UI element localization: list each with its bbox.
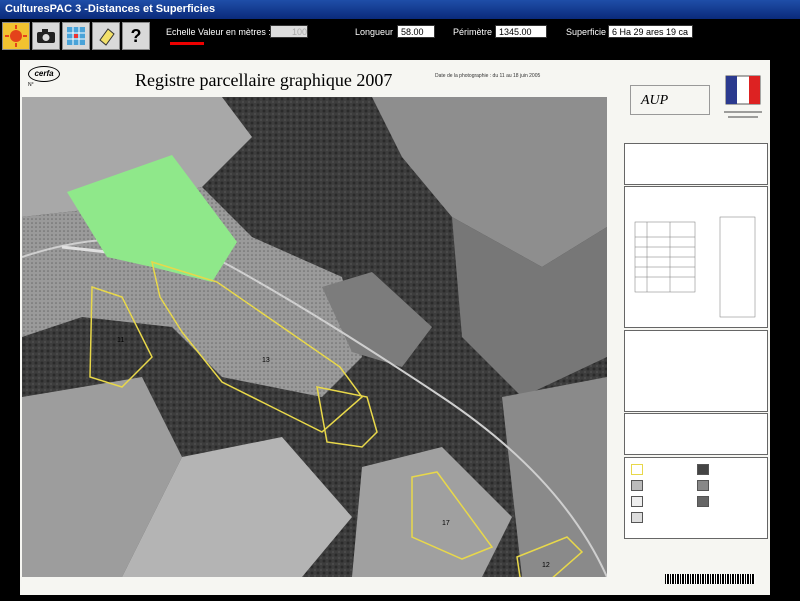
scale-indicator-line <box>170 42 204 45</box>
farmer-info-panel <box>624 143 768 185</box>
legend-parcel-outline <box>631 464 643 475</box>
legend-dark-area <box>697 464 709 475</box>
window-title: CulturesPAC 3 -Distances et Superficies <box>5 3 216 15</box>
scanned-document[interactable]: cerfa N° Registre parcellaire graphique … <box>20 60 770 595</box>
cerfa-logo: cerfa <box>28 66 60 82</box>
aerial-photo[interactable]: 17 13 11 12 <box>21 97 608 588</box>
camera-button[interactable] <box>32 22 60 50</box>
cerfa-number: N° <box>28 82 34 88</box>
document-title: Registre parcellaire graphique 2007 <box>135 70 393 90</box>
length-value-field[interactable]: 58.00 <box>397 25 435 38</box>
ministry-logo <box>724 75 762 118</box>
area-label: Superficie <box>566 27 607 37</box>
legend-wood <box>697 480 709 491</box>
help-label: ? <box>130 25 142 46</box>
aerial-map-drawing: 17 13 11 12 <box>21 97 608 588</box>
perimeter-value-field[interactable]: 1345.00 <box>495 25 547 38</box>
parcel-list-table <box>634 216 756 318</box>
eraser-icon <box>99 28 115 46</box>
legend-panel <box>624 457 768 539</box>
parcel-label-17: 17 <box>442 520 450 527</box>
sun-icon <box>5 25 27 47</box>
barcode <box>665 574 755 584</box>
length-label: Longueur <box>355 27 394 37</box>
aup-logo: AUP <box>630 85 710 115</box>
grid-map-button[interactable] <box>62 22 90 50</box>
photo-date: Date de la photographie : du 11 au 18 ju… <box>435 73 541 79</box>
legend-area <box>631 480 643 491</box>
camera-icon <box>37 29 55 43</box>
perimeter-label: Périmètre <box>453 27 493 37</box>
sun-tool-button[interactable] <box>2 22 30 50</box>
parcel-list-panel <box>624 186 768 328</box>
area-value-field[interactable]: 6 Ha 29 ares 19 ca <box>608 25 693 38</box>
legend-other <box>697 496 709 507</box>
map-grid-icon <box>67 27 85 45</box>
title-bar: CulturesPAC 3 -Distances et Superficies <box>0 0 800 19</box>
parcel-label-12: 12 <box>542 562 550 569</box>
eraser-button[interactable] <box>92 22 120 50</box>
legend-line <box>631 512 643 523</box>
parcel-label-13: 13 <box>262 357 270 364</box>
scale-label: Echelle Valeur en mètres : <box>166 27 271 37</box>
parcel-label-11: 11 <box>117 337 124 344</box>
help-button[interactable]: ? <box>122 22 150 50</box>
toolbar: ? Echelle Valeur en mètres : 100 Longueu… <box>0 19 800 54</box>
signature-panel <box>624 413 768 455</box>
scale-value-field[interactable]: 100 <box>270 25 308 38</box>
instructions-panel <box>624 330 768 412</box>
legend-cross <box>631 496 643 507</box>
